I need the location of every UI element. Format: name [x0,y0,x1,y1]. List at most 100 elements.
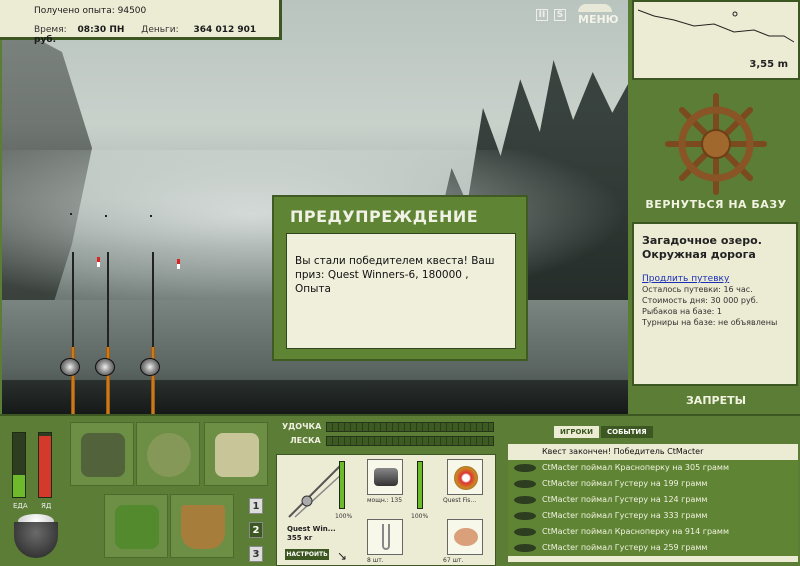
tournaments-info: Турниры на базе: не объявлены [642,318,778,327]
float-1[interactable] [97,257,100,267]
reel-3-icon[interactable] [140,358,160,376]
rod-2[interactable] [106,347,110,414]
notes-icon [215,433,259,477]
list-item-text: CtMacter поймал Густеру на 199 грамм [542,479,708,488]
depth-panel: 3,55 m [632,0,800,80]
list-item: CtMacter поймал Густеру на 124 грамм [508,492,798,508]
food-fill [13,474,25,497]
float-position-marker [732,11,738,17]
menu-label: МЕНЮ [578,13,619,26]
ship-wheel-icon[interactable] [664,92,768,196]
setup-button[interactable]: НАСТРОИТЬ [285,549,329,560]
list-item-text: CtMacter поймал Красноперку на 305 грамм [542,463,729,472]
tab-events[interactable]: СОБЫТИЯ [600,426,653,438]
exp-label: Получено опыта: [34,6,115,16]
top-controls: II S МЕНЮ [536,4,619,26]
fishers-count: Рыбаков на базе: 1 [642,307,722,316]
extend-permit-link[interactable]: Продлить путевку [642,274,788,284]
warning-dialog[interactable]: ПРЕДУПРЕЖДЕНИЕ Вы стали победителем квес… [272,195,528,361]
rod-card[interactable]: Quest Win... 355 кг НАСТРОИТЬ ↘ [279,457,357,565]
reel-2-icon[interactable] [95,358,115,376]
reel-condition-fill [418,462,422,508]
tab-players[interactable]: ИГРОКИ [554,426,599,438]
hooks-count: 8 шт. [367,557,384,564]
reel-condition-bar [417,461,423,509]
player-info-panel: Получено опыта: 94500 Время: 08:30 ПН Де… [0,0,282,45]
money-label: Деньги: [141,25,179,35]
list-item-text: CtMacter поймал Красноперку на 914 грамм [542,527,729,536]
bait-slot[interactable] [447,519,483,555]
list-item-text: CtMacter поймал Густеру на 124 грамм [542,495,708,504]
tackle-panel: Quest Win... 355 кг НАСТРОИТЬ ↘ 100% мощ… [276,454,496,566]
line-name: Quest Fis... [443,497,477,504]
float-2[interactable] [177,259,180,269]
reel-power: мощн.: 135 [367,497,403,504]
rod-condition-fill [340,462,344,508]
cooking-pot-icon[interactable] [14,522,58,558]
poison-label: ЯД [41,502,52,510]
food-basket-slot[interactable] [104,494,168,558]
bait-bag-slot[interactable] [136,422,200,486]
fish-icon [514,464,536,472]
food-bar [12,432,26,498]
pause-button[interactable]: II [536,9,548,21]
line-slot[interactable] [447,459,483,495]
list-item: CtMacter поймал Красноперку на 914 грамм [508,524,798,540]
rod-slot-1-button[interactable]: 1 [249,498,263,514]
depth-value: 3,55 m [749,59,788,70]
location-panel: Загадочное озеро. Окружная дорога Продли… [632,222,798,386]
rod-strength-bar [326,422,494,432]
line-dot [70,213,72,215]
return-to-base-button[interactable]: ВЕРНУТЬСЯ НА БАЗУ [632,198,800,211]
rod-strength-label: УДОЧКА [282,422,322,431]
hook-slot[interactable] [367,519,403,555]
events-list: Квест закончен! Победитель CtMacter CtMa… [508,444,798,562]
exp-value: 94500 [117,6,147,16]
food-label: ЕДА [13,502,28,510]
fish-icon [514,480,536,488]
reel-1-icon[interactable] [60,358,80,376]
tackle-box-slot[interactable] [70,422,134,486]
fish-icon [514,496,536,504]
line-dot [150,215,152,217]
game-screen: Получено опыта: 94500 Время: 08:30 ПН Де… [0,0,800,566]
location-name-1: Загадочное озеро. [642,234,762,247]
rod-icon [288,464,344,518]
menu-gear-icon [578,4,612,12]
time-money-row: Время: 08:30 ПН Деньги: 364 012 901 руб. [34,25,279,45]
reel-slot[interactable] [367,459,403,495]
fish-icon [514,528,536,536]
menu-button[interactable]: МЕНЮ [578,4,619,26]
rod-1[interactable] [71,347,75,414]
location-name-2: Окружная дорога [642,248,756,261]
rod-name: Quest Win... 355 кг [287,525,336,543]
list-item: CtMacter поймал Густеру на 199 грамм [508,476,798,492]
list-item-text: CtMacter поймал Густеру на 333 грамм [542,511,708,520]
day-cost: Стоимость дня: 30 000 руб. [642,296,759,305]
quest-finished-message: Квест закончен! Победитель CtMacter [542,447,704,456]
food-basket-icon [115,505,159,549]
rod-slot-2-button[interactable]: 2 [249,522,263,538]
bait-count: 67 шт. [443,557,464,564]
line-spool-icon [454,466,478,490]
sound-button[interactable]: S [554,9,566,21]
bans-button[interactable]: ЗАПРЕТЫ [632,394,800,407]
rod-3-tip [152,252,154,347]
shore [2,380,628,414]
exp-row: Получено опыта: 94500 [34,6,146,16]
list-item: CtMacter поймал Густеру на 333 грамм [508,508,798,524]
bait-bag-icon [147,433,191,477]
line-strength-label: ЛЕСКА [290,436,321,445]
rod-condition-pct: 100% [335,513,353,520]
permit-remaining: Осталось путевки: 16 час. [642,285,753,294]
rod-3[interactable] [151,347,155,414]
setup-arrow-icon: ↘ [337,549,348,563]
poison-fill [39,436,51,497]
rod-slot-3-button[interactable]: 3 [249,546,263,562]
log-tabs: ИГРОКИ СОБЫТИЯ [554,426,653,438]
notes-slot[interactable] [204,422,268,486]
rod-weight: 355 кг [287,534,313,542]
status-bars: ЕДА ЯД [6,426,64,562]
bucket-slot[interactable] [170,494,234,558]
events-panel: ИГРОКИ СОБЫТИЯ Квест закончен! Победител… [504,422,798,564]
